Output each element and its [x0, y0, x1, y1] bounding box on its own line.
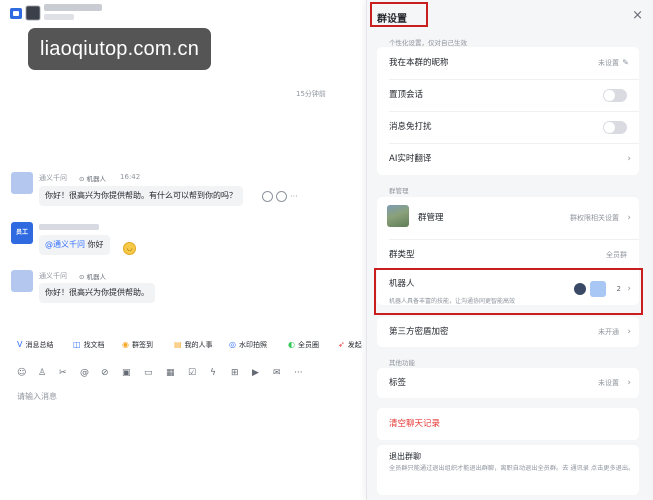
- more-options-icon[interactable]: ···: [294, 366, 303, 380]
- exit-group-card: 退出群聊 全员群只能通过退出组织才能退出群聊，离职自动退出全员群。去 通讯录 点…: [377, 445, 639, 495]
- message-input[interactable]: 请输入消息: [17, 391, 57, 402]
- more-icon[interactable]: ···: [290, 192, 298, 201]
- emoji-react-icon[interactable]: [276, 191, 287, 202]
- user-avatar[interactable]: 员工: [11, 222, 33, 244]
- mention-icon[interactable]: @: [80, 366, 89, 380]
- highlight-box-robots: [374, 268, 643, 315]
- group-avatar[interactable]: [10, 8, 22, 19]
- chevron-right-icon: ›: [627, 327, 631, 337]
- sender-name: 通义千问: [39, 272, 67, 280]
- folder-icon[interactable]: ▭: [144, 366, 153, 380]
- section-group-manage: 群管理: [389, 187, 409, 195]
- message-bubble[interactable]: 你好！很高兴为你提供帮助。: [39, 283, 155, 303]
- task-icon[interactable]: ☑: [188, 366, 196, 380]
- doc-edit-icon[interactable]: ▣: [122, 366, 131, 380]
- blurred-group-name: [44, 4, 102, 11]
- personal-settings-card: 我在本群的昵称 未设置 ✎ 置顶会话 消息免打扰 AI实时翻译 ›: [377, 47, 639, 175]
- summary-icon: V: [17, 340, 23, 349]
- schedule-icon[interactable]: ⊞: [231, 366, 239, 380]
- initiate-icon: ➶: [338, 340, 345, 349]
- chevron-right-icon: ›: [627, 213, 631, 223]
- row-ai-translate[interactable]: AI实时翻译 ›: [377, 143, 639, 175]
- mail-icon[interactable]: ✉: [273, 366, 281, 380]
- blurred-group-meta: [44, 14, 74, 20]
- row-nickname[interactable]: 我在本群的昵称 未设置 ✎: [377, 47, 639, 79]
- checkin-icon: ◉: [122, 340, 129, 349]
- bot-avatar[interactable]: [11, 270, 33, 292]
- blurred-avatar: [26, 6, 40, 20]
- message-time: 16:42: [120, 173, 141, 181]
- edit-icon: ✎: [622, 58, 629, 67]
- encryption-card: 第三方密盾加密 未开通 ›: [377, 317, 639, 347]
- tags-card: 标签 未设置 ›: [377, 368, 639, 398]
- row-third-party-encryption[interactable]: 第三方密盾加密 未开通 ›: [377, 317, 639, 347]
- chat-area: liaoqiutop.com.cn 15分钟前 通义千问 ⊙ 机器人 16:42…: [0, 0, 366, 500]
- row-tags[interactable]: 标签 未设置 ›: [377, 368, 639, 398]
- clear-history-button[interactable]: 清空聊天记录: [377, 408, 639, 440]
- message-bubble[interactable]: @通义千问 你好: [39, 235, 110, 255]
- clear-history-card: 清空聊天记录: [377, 408, 639, 440]
- hr-icon: ▤: [174, 340, 182, 349]
- exit-group-description: 全员群只能通过退出组织才能退出群聊，离职自动退出全员群。去 通讯录 点击更多退出…: [389, 465, 635, 472]
- reply-icon[interactable]: [262, 191, 273, 202]
- scissors-icon[interactable]: ✂: [59, 366, 67, 380]
- blurred-sender-name: [39, 224, 99, 230]
- group-settings-panel: 群设置 × 个性化设置，仅对自己生效 我在本群的昵称 未设置 ✎ 置顶会话 消息…: [366, 0, 653, 500]
- tool-checkin[interactable]: ◉ 群签到: [122, 338, 153, 352]
- highlight-box-title: [370, 2, 428, 27]
- link-icon[interactable]: ⊘: [101, 366, 109, 380]
- chevron-right-icon: ›: [627, 378, 631, 388]
- watermark: liaoqiutop.com.cn: [28, 28, 211, 70]
- tool-hr[interactable]: ▤ 我的人事: [174, 338, 213, 352]
- lightning-icon[interactable]: ϟ: [210, 366, 216, 380]
- row-pin-chat: 置顶会话: [377, 79, 639, 111]
- bot-avatar[interactable]: [11, 172, 33, 194]
- tool-all-staff-circle[interactable]: ◐ 全员圈: [288, 338, 319, 352]
- tool-initiate[interactable]: ➶ 发起: [338, 338, 362, 352]
- calendar-icon[interactable]: ▦: [166, 366, 175, 380]
- video-icon[interactable]: ▶: [252, 366, 259, 380]
- circle-icon: ◐: [288, 340, 295, 349]
- close-icon[interactable]: ×: [632, 9, 643, 22]
- message-bubble[interactable]: 你好！很高兴为你提供帮助。有什么可以帮到你的吗？: [39, 186, 243, 206]
- tool-find-doc[interactable]: ◫ 找文档: [73, 338, 105, 352]
- row-mute: 消息免打扰: [377, 111, 639, 143]
- sender-name: 通义千问: [39, 174, 67, 182]
- robot-tag: ⊙ 机器人: [79, 175, 107, 183]
- mention-link[interactable]: @通义千问: [45, 240, 85, 249]
- row-group-type: 群类型 全员群: [389, 250, 627, 260]
- section-other: 其他功能: [389, 359, 415, 367]
- input-icon-bar: ☺ ♙ ✂ @ ⊘ ▣ ▭ ▦ ☑ ϟ ⊞ ▶ ✉ ···: [0, 366, 366, 380]
- exit-group-button[interactable]: 退出群聊: [389, 451, 421, 462]
- message-timestamp: 15分钟前: [296, 90, 326, 98]
- chevron-right-icon: ›: [627, 154, 631, 164]
- message-actions: ···: [262, 191, 298, 202]
- emoji-icon[interactable]: ☺: [17, 366, 26, 380]
- quick-action-toolbar: V 消息总结 ◫ 找文档 ◉ 群签到 ▤ 我的人事 ◎ 水印拍照 ◐ 全员圈 ➶ 发起: [0, 338, 366, 352]
- row-group-manage[interactable]: 群管理 群权限相关设置 ›: [377, 197, 639, 237]
- group-thumbnail: [387, 205, 409, 227]
- mute-toggle[interactable]: [603, 121, 627, 134]
- camera-icon: ◎: [229, 340, 236, 349]
- emoji-reaction-icon[interactable]: ◡: [123, 242, 136, 255]
- tool-watermark-photo[interactable]: ◎ 水印拍照: [229, 338, 267, 352]
- thumbs-up-icon[interactable]: ♙: [38, 366, 46, 380]
- section-personal: 个性化设置，仅对自己生效: [389, 39, 467, 47]
- doc-icon: ◫: [73, 340, 81, 349]
- pin-toggle[interactable]: [603, 89, 627, 102]
- chat-header: [0, 0, 366, 26]
- robot-tag: ⊙ 机器人: [79, 273, 107, 281]
- tool-summary[interactable]: V 消息总结: [17, 338, 53, 352]
